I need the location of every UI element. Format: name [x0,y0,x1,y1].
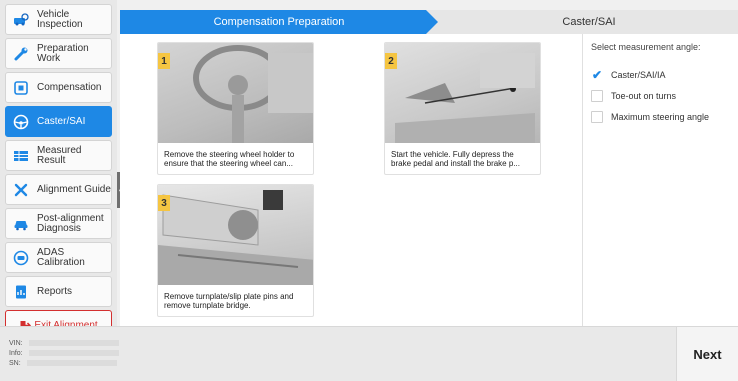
step-tabs: Compensation Preparation Caster/SAI [120,10,738,34]
sn-label: SN: [9,360,21,367]
option-toe-out-on-turns[interactable]: Toe-out on turns [591,87,738,105]
step-card: 3 Remove turnplate/slip plate pins and r… [157,184,314,317]
step-number: 3 [158,195,170,211]
target-icon [11,78,31,98]
measurement-options-panel: Select measurement angle: ✔ Caster/SAI/I… [582,34,738,326]
sidebar-item-label: Reports [37,285,73,297]
step-number: 1 [158,53,170,69]
sidebar-item-adas-calibration[interactable]: ADAS Calibration [5,242,112,273]
sidebar-item-measured-result[interactable]: Measured Result [5,140,112,171]
step-number: 2 [385,53,397,69]
vehicle-info: VIN: Info: SN: [9,339,119,369]
option-label: Caster/SAI/IA [611,70,666,80]
sidebar-item-label: Compensation [37,81,102,93]
next-button[interactable]: Next [676,327,738,381]
step-image: 2 [385,43,540,143]
content-area: 1 Remove the steering wheel holder to en… [120,34,738,326]
sidebar-item-alignment-guide[interactable]: Alignment Guide [5,174,112,205]
sidebar-item-caster-sai[interactable]: Caster/SAI [5,106,112,137]
car-search-icon [11,10,31,30]
sidebar-item-label: Vehicle Inspection [37,8,83,30]
sidebar: Vehicle Inspection Preparation Work Comp… [0,0,117,341]
sidebar-item-label: Measured Result [37,144,82,166]
step-card: 2 Start the vehicle. Fully depress the b… [384,42,541,175]
sn-value-redacted [26,360,117,367]
vin-label: VIN: [9,340,23,347]
tab-caster-sai[interactable]: Caster/SAI [440,10,738,34]
options-title: Select measurement angle: [591,42,701,52]
step-image: 3 [158,185,313,285]
tab-compensation-preparation[interactable]: Compensation Preparation [120,10,438,34]
sidebar-item-preparation-work[interactable]: Preparation Work [5,38,112,69]
step-description: Remove turnplate/slip plate pins and rem… [164,292,294,310]
sidebar-item-reports[interactable]: Reports [5,276,112,307]
sidebar-item-label: Preparation Work [37,42,89,64]
option-label: Toe-out on turns [611,91,677,101]
tools-icon [11,180,31,200]
sidebar-item-label: ADAS Calibration [37,246,85,268]
steering-wheel-icon [11,112,31,132]
sidebar-item-vehicle-inspection[interactable]: Vehicle Inspection [5,4,112,35]
sidebar-item-label: Post-alignment Diagnosis [37,212,104,234]
option-label: Maximum steering angle [611,112,710,122]
checkbox[interactable] [591,90,603,102]
vin-value-redacted [28,340,119,347]
step-image: 1 [158,43,313,143]
info-label: Info: [9,350,23,357]
option-caster-sai-ia[interactable]: ✔ Caster/SAI/IA [591,66,738,84]
sidebar-item-post-alignment-diagnosis[interactable]: Post-alignment Diagnosis [5,208,112,239]
step-description: Start the vehicle. Fully depress the bra… [391,150,520,168]
step-description: Remove the steering wheel holder to ensu… [164,150,295,168]
info-value-redacted [28,350,119,357]
step-card: 1 Remove the steering wheel holder to en… [157,42,314,175]
checkmark-icon: ✔ [591,68,603,82]
report-icon [11,282,31,302]
car-icon [11,214,31,234]
wrench-icon [11,44,31,64]
adas-icon [11,248,31,268]
footer-bar: VIN: Info: SN: Next [0,326,738,381]
sidebar-item-label: Caster/SAI [37,115,86,127]
option-maximum-steering-angle[interactable]: Maximum steering angle [591,108,738,126]
sidebar-item-label: Alignment Guide [37,183,111,195]
table-icon [11,146,31,166]
checkbox[interactable] [591,111,603,123]
sidebar-item-compensation[interactable]: Compensation [5,72,112,103]
main-panel: Compensation Preparation Caster/SAI 1 Re… [120,10,738,326]
